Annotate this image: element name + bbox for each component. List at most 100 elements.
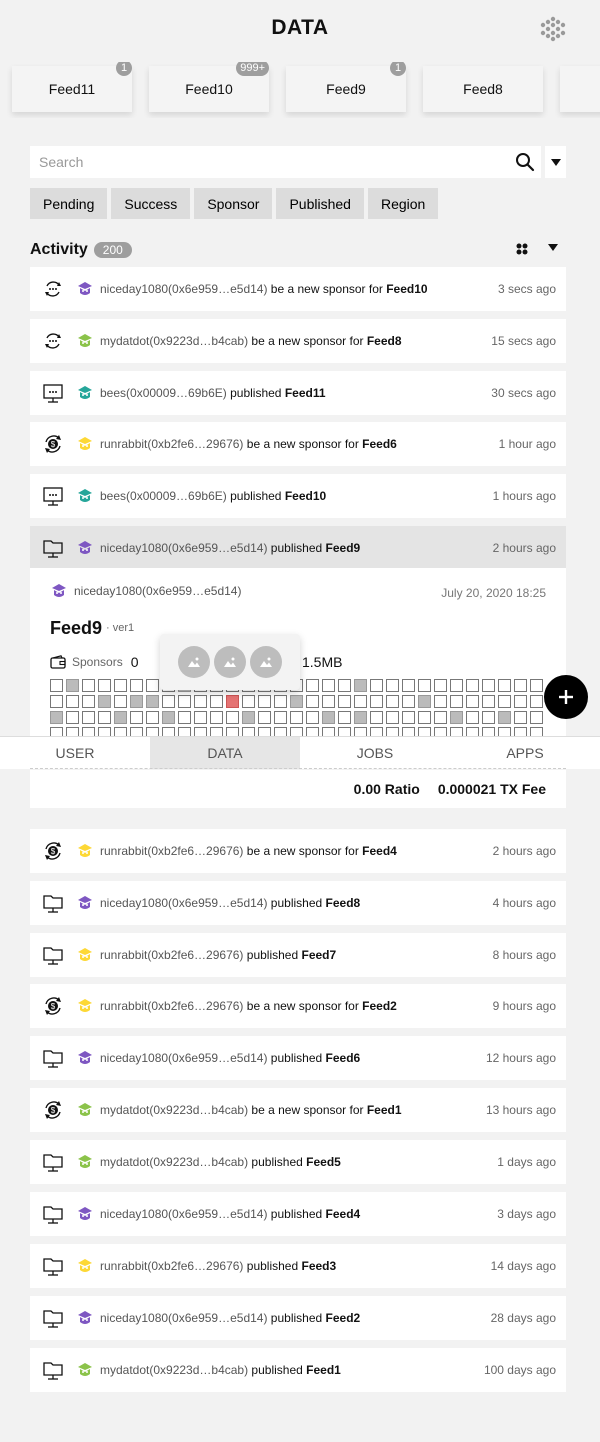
activity-row[interactable]: $ runrabbit(0xb2fe6…29676) be a new spons… [30, 422, 566, 466]
feed-chip[interactable]: Feed11 1 [12, 62, 132, 112]
activity-user[interactable]: niceday1080(0x6e959…e5d14) [100, 541, 267, 555]
activity-user[interactable]: runrabbit(0xb2fe6…29676) [100, 844, 243, 858]
activity-user[interactable]: niceday1080(0x6e959…e5d14) [100, 896, 267, 910]
data-block-cell[interactable] [354, 695, 367, 708]
data-block-cell[interactable] [498, 679, 511, 692]
data-block-cell[interactable] [402, 711, 415, 724]
data-block-cell[interactable] [322, 711, 335, 724]
data-block-cell[interactable] [434, 711, 447, 724]
image-thumbnail[interactable] [214, 646, 246, 678]
data-block-cell[interactable] [530, 711, 543, 724]
activity-row[interactable]: niceday1080(0x6e959…e5d14) published Fee… [30, 1192, 566, 1236]
data-block-cell[interactable] [322, 695, 335, 708]
data-block-cell[interactable] [530, 695, 543, 708]
activity-feed[interactable]: Feed10 [386, 282, 427, 296]
data-block-cell[interactable] [338, 679, 351, 692]
activity-user[interactable]: runrabbit(0xb2fe6…29676) [100, 948, 243, 962]
data-block-cell[interactable] [98, 711, 111, 724]
activity-user[interactable]: bees(0x00009…69b6E) [100, 386, 227, 400]
data-block-cell[interactable] [306, 711, 319, 724]
data-block-cell[interactable] [322, 679, 335, 692]
image-thumbnail[interactable] [178, 646, 210, 678]
activity-row[interactable]: $ runrabbit(0xb2fe6…29676) be a new spons… [30, 829, 566, 873]
data-block-cell[interactable] [402, 695, 415, 708]
activity-feed[interactable]: Feed3 [301, 1259, 336, 1273]
nav-tab-user[interactable]: USER [0, 737, 150, 769]
data-block-cell[interactable] [498, 695, 511, 708]
caret-down-icon[interactable] [548, 244, 558, 251]
nav-tab-data[interactable]: DATA [150, 737, 300, 769]
activity-feed[interactable]: Feed7 [301, 948, 336, 962]
data-block-cell[interactable] [466, 711, 479, 724]
activity-user[interactable]: runrabbit(0xb2fe6…29676) [100, 437, 243, 451]
activity-user[interactable]: runrabbit(0xb2fe6…29676) [100, 999, 243, 1013]
activity-feed[interactable]: Feed8 [367, 334, 402, 348]
data-block-cell[interactable] [450, 695, 463, 708]
data-block-cell[interactable] [146, 695, 159, 708]
nav-tab-jobs[interactable]: JOBS [300, 737, 450, 769]
filter-pending[interactable]: Pending [30, 188, 108, 219]
activity-feed[interactable]: Feed4 [362, 844, 397, 858]
data-block-cell[interactable] [530, 679, 543, 692]
data-block-cell[interactable] [146, 679, 159, 692]
activity-feed[interactable]: Feed11 [285, 386, 326, 400]
data-block-cell[interactable] [130, 679, 143, 692]
hexagon-dots-logo-icon[interactable] [540, 16, 566, 42]
search-icon[interactable] [515, 152, 535, 172]
data-block-cell[interactable] [290, 695, 303, 708]
data-block-cell[interactable] [50, 695, 63, 708]
filter-published[interactable]: Published [276, 188, 364, 219]
activity-feed[interactable]: Feed4 [326, 1207, 361, 1221]
data-block-cell[interactable] [418, 679, 431, 692]
data-block-cell[interactable] [290, 711, 303, 724]
data-block-cell[interactable] [418, 711, 431, 724]
data-block-cell[interactable] [370, 711, 383, 724]
data-block-cell[interactable] [498, 711, 511, 724]
filter-sponsor[interactable]: Sponsor [194, 188, 273, 219]
data-block-cell[interactable] [210, 695, 223, 708]
data-block-cell[interactable] [370, 679, 383, 692]
data-block-cell[interactable] [482, 711, 495, 724]
data-block-cell[interactable] [130, 695, 143, 708]
activity-user[interactable]: niceday1080(0x6e959…e5d14) [100, 282, 267, 296]
activity-user[interactable]: mydatdot(0x9223d…b4cab) [100, 1103, 248, 1117]
data-block-cell[interactable] [386, 695, 399, 708]
data-block-cell[interactable] [450, 711, 463, 724]
activity-user[interactable]: niceday1080(0x6e959…e5d14) [100, 1051, 267, 1065]
data-block-cell[interactable] [466, 695, 479, 708]
data-block-cell[interactable] [386, 679, 399, 692]
data-block-cell[interactable] [50, 679, 63, 692]
data-block-cell[interactable] [306, 695, 319, 708]
activity-row[interactable]: bees(0x00009…69b6E) published Feed10 1 ho… [30, 474, 566, 518]
data-block-cell[interactable] [178, 711, 191, 724]
data-block-cell[interactable] [66, 679, 79, 692]
data-block-cell[interactable] [226, 695, 239, 708]
activity-feed[interactable]: Feed6 [362, 437, 397, 451]
data-block-cell[interactable] [66, 711, 79, 724]
data-block-cell[interactable] [370, 695, 383, 708]
activity-user[interactable]: mydatdot(0x9223d…b4cab) [100, 1363, 248, 1377]
grid-view-icon[interactable] [516, 243, 528, 255]
data-block-cell[interactable] [114, 679, 127, 692]
data-block-cell[interactable] [338, 695, 351, 708]
activity-feed[interactable]: Feed2 [326, 1311, 361, 1325]
activity-row[interactable]: mydatdot(0x9223d…b4cab) published Feed5 1… [30, 1140, 566, 1184]
data-block-cell[interactable] [274, 711, 287, 724]
data-block-cell[interactable] [226, 711, 239, 724]
data-block-cell[interactable] [178, 695, 191, 708]
data-block-cell[interactable] [194, 695, 207, 708]
activity-user[interactable]: bees(0x00009…69b6E) [100, 489, 227, 503]
feed-chip[interactable]: Feed10 999+ [149, 62, 269, 112]
data-block-cell[interactable] [306, 679, 319, 692]
data-block-cell[interactable] [434, 695, 447, 708]
activity-feed[interactable]: Feed6 [326, 1051, 361, 1065]
data-block-cell[interactable] [402, 679, 415, 692]
add-fab-button[interactable] [544, 675, 588, 719]
activity-user[interactable]: niceday1080(0x6e959…e5d14) [100, 1207, 267, 1221]
data-block-cell[interactable] [242, 711, 255, 724]
data-block-cell[interactable] [98, 679, 111, 692]
data-block-cell[interactable] [466, 679, 479, 692]
activity-row[interactable]: $ mydatdot(0x9223d…b4cab) be a new sponso… [30, 1088, 566, 1132]
activity-feed[interactable]: Feed1 [306, 1363, 341, 1377]
data-block-cell[interactable] [450, 679, 463, 692]
